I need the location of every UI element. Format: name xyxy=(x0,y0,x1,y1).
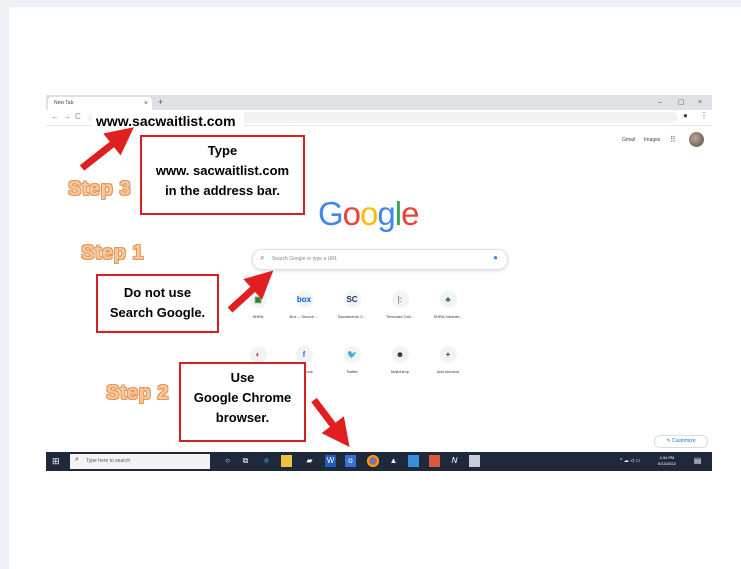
annotation-arrows xyxy=(79,127,350,448)
step1-arrow xyxy=(227,270,274,313)
step2-arrow xyxy=(311,397,350,448)
step3-arrow xyxy=(79,127,134,171)
